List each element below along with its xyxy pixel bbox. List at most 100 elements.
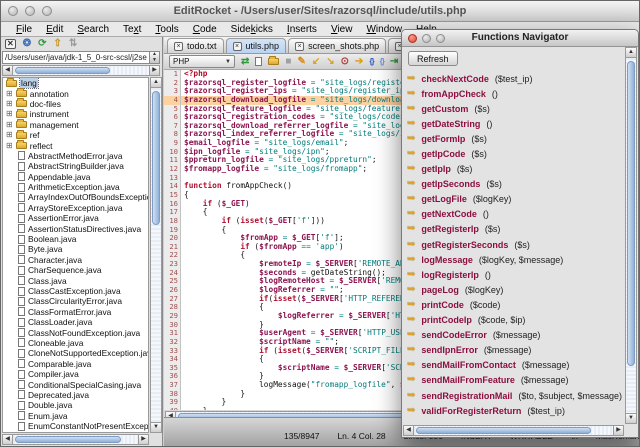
function-item-getIpIp[interactable]: ➥ getIpIp ($s) bbox=[407, 162, 623, 177]
function-item-validForRegisterReturn[interactable]: ➥ validForRegisterReturn ($test_ip) bbox=[407, 403, 623, 418]
function-item-getFormIp[interactable]: ➥ getFormIp ($s) bbox=[407, 131, 623, 146]
function-item-getIpCode[interactable]: ➥ getIpCode ($s) bbox=[407, 146, 623, 161]
navigator-horizontal-scrollbar[interactable]: ◀ ▶ bbox=[403, 425, 624, 436]
language-selector[interactable]: PHP ▼ bbox=[169, 55, 235, 68]
menu-file[interactable]: File bbox=[9, 24, 39, 35]
goto-line-icon[interactable]: ⇥ bbox=[390, 56, 398, 67]
function-item-sendIpnError[interactable]: ➥ sendIpnError ($message) bbox=[407, 343, 623, 358]
function-item-getLogFile[interactable]: ➥ getLogFile ($logKey) bbox=[407, 192, 623, 207]
function-item-sendCodeError[interactable]: ➥ sendCodeError ($message) bbox=[407, 328, 623, 343]
refresh-icon[interactable]: ⟳ bbox=[38, 39, 46, 49]
function-item-logMessage[interactable]: ➥ logMessage ($logKey, $message) bbox=[407, 252, 623, 267]
tree-folder-annotation[interactable]: ⊞ annotation bbox=[3, 88, 148, 99]
function-item-sendMailFromFeature[interactable]: ➥ sendMailFromFeature ($message) bbox=[407, 373, 623, 388]
close-tab-icon[interactable]: × bbox=[174, 41, 183, 51]
scroll-down-icon[interactable]: ▼ bbox=[625, 413, 637, 424]
match-brace-icon[interactable]: {} bbox=[369, 57, 374, 66]
navigator-title-bar[interactable]: Functions Navigator bbox=[402, 30, 638, 47]
tree-file[interactable]: ClassFormatError.java bbox=[3, 307, 148, 317]
tab-todo-txt[interactable]: × todo.txt bbox=[167, 38, 224, 53]
tree-file[interactable]: ArithmeticException.java bbox=[3, 182, 148, 192]
scroll-up-icon[interactable]: ▲ bbox=[625, 47, 637, 58]
refresh-button[interactable]: Refresh bbox=[408, 51, 458, 66]
expander-icon[interactable]: ⊞ bbox=[6, 89, 13, 98]
menu-text[interactable]: Text bbox=[116, 24, 148, 35]
tree-file[interactable]: Enum.java bbox=[3, 411, 148, 421]
tree-file[interactable]: EnumConstantNotPresentException.java bbox=[3, 421, 148, 431]
tree-file[interactable]: ClassNotFoundException.java bbox=[3, 327, 148, 338]
scroll-left-icon[interactable]: ◀ bbox=[2, 434, 13, 445]
expander-icon[interactable]: ⊞ bbox=[6, 141, 13, 150]
expander-icon[interactable]: ⊞ bbox=[6, 110, 13, 118]
tree-file[interactable]: Cloneable.java bbox=[3, 338, 148, 348]
expander-icon[interactable]: ⊞ bbox=[6, 131, 13, 139]
jump-back-icon[interactable]: ↙ bbox=[312, 56, 320, 67]
function-item-sendMailFromContact[interactable]: ➥ sendMailFromContact ($message) bbox=[407, 358, 623, 373]
function-item-getRegisterSeconds[interactable]: ➥ getRegisterSeconds ($s) bbox=[407, 237, 623, 252]
next-function-icon[interactable]: ➔ bbox=[355, 56, 363, 67]
tree-file[interactable]: Class.java bbox=[3, 275, 148, 286]
function-item-getCustom[interactable]: ➥ getCustom ($s) bbox=[407, 101, 623, 116]
tree-file[interactable]: CharSequence.java bbox=[3, 265, 148, 275]
scrollbar-thumb[interactable] bbox=[627, 61, 635, 367]
tree-folder-instrument[interactable]: ⊞ instrument bbox=[3, 108, 148, 119]
minimize-window-button[interactable] bbox=[25, 6, 35, 16]
tree-file[interactable]: ArrayIndexOutOfBoundsException.java bbox=[3, 192, 148, 202]
function-item-sendRegistrationMail[interactable]: ➥ sendRegistrationMail ($to, $subject, $m… bbox=[407, 388, 623, 403]
menu-tools[interactable]: Tools bbox=[148, 24, 185, 35]
open-file-icon[interactable] bbox=[268, 56, 280, 65]
scroll-left-icon[interactable]: ◀ bbox=[403, 425, 414, 436]
menu-inserts[interactable]: Inserts bbox=[280, 24, 324, 35]
select-brace-icon[interactable]: {} bbox=[380, 57, 385, 66]
parent-folder-icon[interactable]: ⇧ bbox=[53, 39, 61, 49]
tree-file[interactable]: ClassCircularityError.java bbox=[3, 296, 148, 306]
scrollbar-thumb[interactable] bbox=[15, 67, 111, 74]
tree-horizontal-scrollbar[interactable]: ◀ ▶ bbox=[2, 434, 149, 445]
tree-file[interactable]: AssertionError.java bbox=[3, 213, 148, 223]
tree-file[interactable]: ClassCastException.java bbox=[3, 286, 148, 296]
menu-edit[interactable]: Edit bbox=[39, 24, 70, 35]
tree-folder-ref[interactable]: ⊞ ref bbox=[3, 129, 148, 140]
menu-sidekicks[interactable]: Sidekicks bbox=[224, 24, 280, 35]
tree-file[interactable]: Deprecated.java bbox=[3, 390, 148, 400]
tree-file[interactable]: ConditionalSpecialCasing.java bbox=[3, 379, 148, 390]
function-item-pageLog[interactable]: ➥ pageLog ($logKey) bbox=[407, 282, 623, 297]
close-tab-icon[interactable]: × bbox=[232, 41, 242, 51]
find-function-icon[interactable]: ⊙ bbox=[341, 56, 349, 67]
sync-icon[interactable]: ⇅ bbox=[69, 39, 77, 49]
function-item-checkNextCode[interactable]: ➥ checkNextCode ($test_ip) bbox=[407, 71, 623, 86]
function-item-printCode[interactable]: ➥ printCode ($code) bbox=[407, 297, 623, 312]
function-item-getNextCode[interactable]: ➥ getNextCode () bbox=[407, 207, 623, 222]
refresh-icon[interactable]: ⇄ bbox=[241, 56, 249, 67]
scroll-down-icon[interactable]: ▼ bbox=[150, 422, 162, 433]
scroll-right-icon[interactable]: ▶ bbox=[613, 425, 624, 436]
scrollbar-thumb[interactable] bbox=[416, 427, 592, 434]
tree-vertical-scrollbar[interactable]: ▲ ▼ bbox=[150, 77, 162, 433]
function-item-printCodeIp[interactable]: ➥ printCodeIp ($code, $ip) bbox=[407, 313, 623, 328]
scroll-up-icon[interactable]: ▲ bbox=[150, 77, 162, 88]
tree-file[interactable]: Double.java bbox=[3, 400, 148, 410]
jump-forward-icon[interactable]: ↘ bbox=[326, 56, 334, 67]
function-item-fromAppCheck[interactable]: ➥ fromAppCheck () bbox=[407, 86, 623, 101]
tab-utils-php[interactable]: × utils.php bbox=[225, 38, 287, 53]
scroll-right-icon[interactable]: ▶ bbox=[138, 434, 149, 445]
tree-folder-reflect[interactable]: ⊞ reflect bbox=[3, 140, 148, 151]
expander-icon[interactable]: ⊞ bbox=[6, 99, 13, 108]
function-item-logRegisterIp[interactable]: ➥ logRegisterIp () bbox=[407, 267, 623, 282]
function-item-getRegisterIp[interactable]: ➥ getRegisterIp ($s) bbox=[407, 222, 623, 237]
close-window-button[interactable] bbox=[8, 6, 18, 16]
path-scrollbar[interactable]: ◀ ▶ bbox=[2, 65, 160, 76]
function-item-getDateString[interactable]: ➥ getDateString () bbox=[407, 116, 623, 131]
tree-file[interactable]: AbstractStringBuilder.java bbox=[3, 161, 148, 171]
globe-icon[interactable]: ❂ bbox=[23, 39, 31, 49]
tree-file[interactable]: Comparable.java bbox=[3, 359, 148, 369]
tree-folder-doc-files[interactable]: ⊞ doc-files bbox=[3, 98, 148, 109]
scrollbar-thumb[interactable] bbox=[15, 436, 122, 443]
function-item-getIpSeconds[interactable]: ➥ getIpSeconds ($s) bbox=[407, 177, 623, 192]
tree-file[interactable]: Boolean.java bbox=[3, 234, 148, 244]
tree-file[interactable]: AssertionStatusDirectives.java bbox=[3, 223, 148, 234]
close-tab-icon[interactable]: × bbox=[295, 41, 305, 51]
zoom-window-button[interactable] bbox=[42, 6, 52, 16]
scroll-left-icon[interactable]: ◀ bbox=[2, 65, 13, 76]
scrollbar-thumb[interactable] bbox=[152, 91, 160, 225]
